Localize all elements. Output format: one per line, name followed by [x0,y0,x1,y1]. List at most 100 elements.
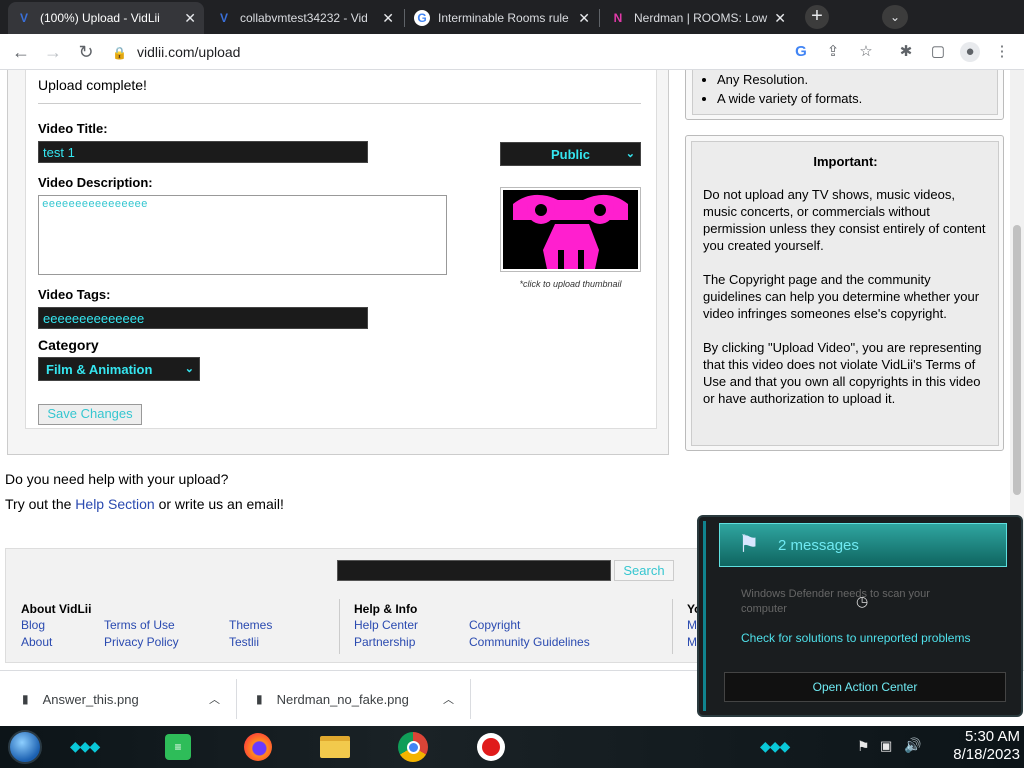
chevron-down-icon: ⌄ [625,148,635,160]
footer-link-terms[interactable]: Terms of Use [104,618,175,632]
download-item[interactable]: ▮ Nerdman_no_fake.png ︿ [256,671,470,727]
chevron-up-icon[interactable]: ︿ [443,691,454,707]
new-tab-button[interactable]: + [805,5,829,29]
nerdman-favicon-icon: N [613,11,623,25]
footer-link-themes[interactable]: Themes [229,618,272,632]
video-tags-input[interactable]: eeeeeeeeeeeeee [38,307,368,329]
record-icon[interactable] [473,731,509,763]
tab-search-button[interactable]: ⌄ [882,5,908,29]
download-separator [470,679,471,719]
download-separator [236,679,237,719]
divider [38,103,641,104]
download-filename: Answer_this.png [42,691,139,707]
share-icon[interactable]: ⇪ [823,42,843,62]
footer-link-guidelines[interactable]: Community Guidelines [469,635,590,649]
list-item: A wide variety of formats. [717,89,862,108]
close-tab-icon[interactable]: ✕ [382,10,394,27]
tab-nerdman-rooms[interactable]: N Nerdman | ROOMS: Low ✕ [602,2,794,34]
taskbar: ◆◆◆ ≡ ◆◆◆ ⚑ ▣ 🔊 5:30 AM 8/18/2023 [0,726,1024,768]
video-title-input[interactable]: test 1 [38,141,368,163]
thumbnail-upload[interactable] [500,187,641,272]
action-center-popup: ⚑ 2 messages Windows Defender needs to s… [697,515,1023,717]
google-lens-icon[interactable]: G [791,42,811,62]
firefox-icon[interactable] [240,731,276,763]
important-box: Important: Do not upload any TV shows, m… [685,135,1004,451]
defender-message[interactable]: Windows Defender needs to scan your comp… [741,587,961,617]
formats-list: Any Resolution. A wide variety of format… [692,70,998,115]
privacy-select[interactable]: Public ⌄ [500,142,641,166]
video-description-textarea[interactable]: eeeeeeeeeeeeeeee [38,195,447,275]
footer-search-button[interactable]: Search [614,560,674,581]
important-title: Important: [813,154,878,169]
forward-arrow-icon[interactable]: → [41,40,65,64]
tab-separator [599,9,600,27]
footer-link-m[interactable]: M [687,635,697,649]
upload-panel: Upload complete! Video Title: test 1 Pub… [7,70,669,455]
flag-icon: ⚑ [738,531,760,558]
footer-link-blog[interactable]: Blog [21,618,45,632]
download-filename: Nerdman_no_fake.png [276,691,409,707]
footer-link-about[interactable]: About [21,635,52,649]
site-footer: Search About VidLii Blog Terms of Use Th… [5,548,705,663]
bookmark-star-icon[interactable]: ☆ [856,42,876,62]
extensions-icon[interactable]: ✱ [896,42,916,62]
clock-time: 5:30 AM [964,728,1020,745]
close-tab-icon[interactable]: ✕ [774,10,786,27]
side-panel-icon[interactable]: ▢ [928,42,948,62]
footer-link-partnership[interactable]: Partnership [354,635,415,649]
clock-date: 8/18/2023 [953,746,1020,763]
footer-search-input[interactable] [337,560,611,581]
menu-kebab-icon[interactable]: ⋮ [992,42,1012,62]
open-action-center-button[interactable]: Open Action Center [724,672,1006,702]
check-solutions-link[interactable]: Check for solutions to unreported proble… [741,631,970,645]
upload-form: Upload complete! Video Title: test 1 Pub… [25,70,657,429]
chrome-icon[interactable] [395,731,431,763]
popup-edge-decoration [703,521,717,711]
network-icon[interactable]: ▣ [880,738,892,754]
footer-link-testlii[interactable]: Testlii [229,635,259,649]
start-orb-icon[interactable] [8,730,42,764]
profile-avatar-icon[interactable]: ● [960,42,980,62]
google-favicon-icon: G [414,10,430,26]
download-item[interactable]: ▮ Answer_this.png ︿ [22,671,236,727]
action-center-flag-icon[interactable]: ⚑ [857,738,870,755]
video-title-label: Video Title: [38,121,108,136]
messages-header[interactable]: ⚑ 2 messages [719,523,1007,567]
url-text: vidlii.com/upload [136,44,241,60]
back-arrow-icon[interactable]: ← [9,40,33,64]
chevron-up-icon[interactable]: ︿ [209,691,220,707]
sticky-notes-icon[interactable]: ≡ [160,731,196,763]
lock-icon: 🔒 [112,46,127,60]
close-tab-icon[interactable]: ✕ [184,10,196,27]
messages-title: 2 messages [778,537,859,554]
footer-link-privacy[interactable]: Privacy Policy [104,635,179,649]
save-changes-button[interactable]: Save Changes [38,404,142,425]
thumbnail-caption: *click to upload thumbnail [519,279,622,289]
tab-title: Interminable Rooms rule [438,11,569,25]
system-clock[interactable]: 5:30 AM 8/18/2023 [930,728,1020,764]
list-item: Any Resolution. [717,70,862,89]
tab-upload-vidlii[interactable]: V (100%) Upload - VidLii ✕ [8,2,204,34]
busy-cursor-icon: ◷ [856,593,869,609]
category-label: Category [38,337,99,353]
footer-link-help-center[interactable]: Help Center [354,618,418,632]
tab-collabvm[interactable]: V collabvmtest34232 - Vid ✕ [208,2,402,34]
file-icon: ▮ [22,692,29,706]
important-content: Important: Do not upload any TV shows, m… [691,141,999,446]
footer-link-copyright[interactable]: Copyright [469,618,520,632]
help-section-link[interactable]: Help Section [75,496,154,512]
address-bar[interactable]: 🔒 vidlii.com/upload [112,39,240,66]
category-select[interactable]: Film & Animation ⌄ [38,357,200,381]
important-paragraph: The Copyright page and the community gui… [703,272,980,321]
video-description-label: Video Description: [38,175,153,190]
reload-icon[interactable]: ↻ [74,40,98,64]
tab-interminable-rooms[interactable]: G Interminable Rooms rule ✕ [406,2,598,34]
help-question: Do you need help with your upload? [5,471,229,487]
volume-icon[interactable]: 🔊 [904,737,921,754]
taskbar-background [0,726,1024,768]
file-explorer-icon[interactable] [317,731,353,763]
scrollbar-thumb[interactable] [1013,225,1021,495]
help-line: Try out the Help Section or write us an … [5,496,284,512]
close-tab-icon[interactable]: ✕ [578,10,590,27]
footer-divider [672,599,673,654]
